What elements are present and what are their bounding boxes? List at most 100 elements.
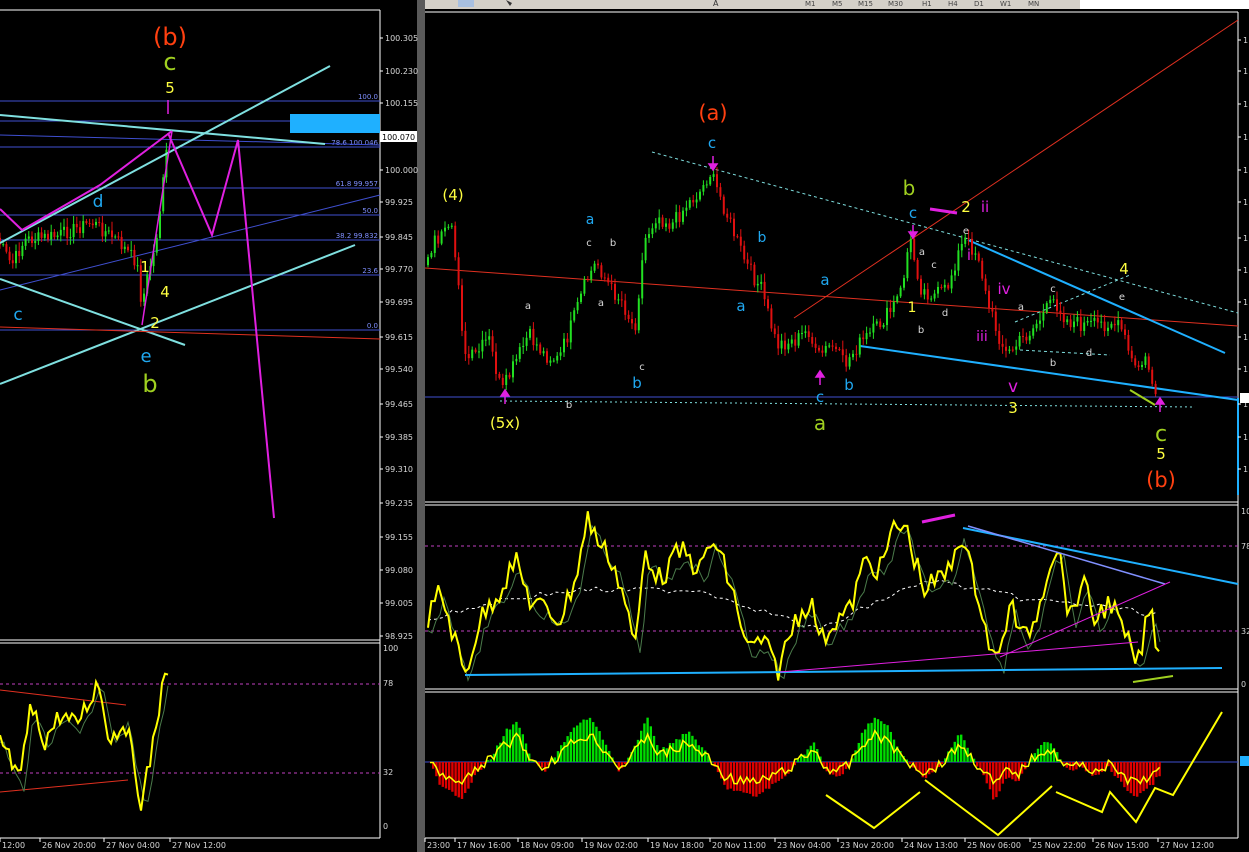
candle-body (974, 253, 977, 255)
histogram-bar (1148, 762, 1152, 786)
timeframe-m15-button[interactable]: M15 (858, 0, 873, 8)
candle-body (756, 283, 759, 286)
candle-body (1144, 356, 1147, 365)
candle-body (1151, 369, 1154, 384)
histogram-bar (691, 735, 694, 762)
right-current-price-marker (1240, 393, 1249, 403)
candle-body (111, 230, 113, 238)
candle-body (18, 251, 21, 257)
candle-body (654, 223, 657, 229)
candle-body (777, 334, 780, 349)
histogram-bar (832, 762, 835, 775)
candle-body (1049, 299, 1052, 304)
time-label: 20 Nov 11:00 (712, 841, 766, 850)
time-label: 26 Nov 15:00 (1095, 841, 1149, 850)
timeframe-m5-button[interactable]: M5 (832, 0, 843, 8)
timeframe-m30-button[interactable]: M30 (888, 0, 903, 8)
candle-body (634, 323, 637, 331)
candle-body (114, 236, 117, 238)
timeframe-w1-button[interactable]: W1 (1000, 0, 1011, 8)
candle-body (668, 223, 671, 229)
price-tick-label: 99.310 (385, 465, 413, 474)
candle-body (1120, 320, 1123, 330)
window-splitter[interactable] (417, 0, 425, 852)
candle-body (117, 236, 120, 238)
candle-body (512, 361, 514, 378)
candle-body (733, 218, 735, 237)
candle-body (1045, 303, 1048, 313)
candle-body (522, 345, 525, 348)
candle-body (1096, 317, 1099, 323)
histogram-bar (870, 722, 873, 762)
timeframe-d1-button[interactable]: D1 (974, 0, 984, 8)
candle-body (909, 238, 912, 253)
fib-level-label: 0.0 (367, 322, 378, 330)
candle-body (729, 217, 732, 219)
timeframe-h4-button[interactable]: H4 (948, 0, 958, 8)
candle-body (1035, 323, 1038, 329)
timeframe-mn-button[interactable]: MN (1028, 0, 1039, 8)
candle-body (841, 349, 844, 356)
timeframe-m1-button[interactable]: M1 (805, 0, 816, 8)
text-tool-button[interactable]: A (713, 0, 719, 8)
wave-label: i (967, 246, 971, 264)
price-tick-label: 98.925 (385, 632, 413, 641)
candle-body (498, 373, 501, 378)
candle-body (2, 244, 5, 246)
oscillator-tick-label: 78 (383, 679, 393, 688)
candle-body (440, 231, 443, 244)
candle-body (1052, 299, 1055, 301)
oscillator-tick-label: 32 (1241, 627, 1249, 636)
candle-body (556, 355, 559, 361)
candle-body (991, 308, 994, 312)
search-box[interactable] (1080, 0, 1249, 9)
histogram-bar (1116, 762, 1120, 778)
histogram-bar (873, 717, 876, 762)
candle-body (960, 243, 963, 251)
candle-body (1066, 319, 1069, 323)
chart-tool-icon[interactable] (458, 0, 474, 7)
candle-body (923, 289, 926, 295)
candle-body (695, 199, 698, 203)
candle-body (855, 353, 858, 355)
wave-label: e (963, 226, 969, 237)
wave-label: b (610, 238, 616, 249)
oscillator-tick-label: 32 (383, 768, 393, 777)
candle-body (1083, 322, 1086, 331)
candle-body (658, 217, 661, 224)
candle-body (743, 245, 746, 260)
wave-label: b (1050, 358, 1056, 369)
time-label: 25 Nov 06:00 (967, 841, 1021, 850)
candle-body (454, 225, 457, 258)
candle-body (56, 235, 59, 238)
candle-body (736, 236, 739, 238)
timeframe-h1-button[interactable]: H1 (922, 0, 932, 8)
histogram-bar (736, 762, 739, 791)
candle-body (529, 328, 531, 338)
candle-body (699, 191, 701, 200)
fib-level-label: 78.6 100.046 (331, 139, 378, 147)
candle-body (133, 249, 136, 266)
candle-body (903, 278, 905, 288)
candle-body (1103, 321, 1106, 332)
candle-body (95, 221, 97, 226)
candle-body (818, 347, 820, 351)
candle-body (787, 343, 790, 350)
price-tick-label: 1 (1243, 234, 1248, 243)
histogram-bar (976, 762, 979, 767)
candle-body (488, 336, 491, 340)
candle-body (821, 350, 824, 353)
candle-body (1059, 310, 1062, 314)
candle-body (794, 339, 797, 346)
histogram-bar (924, 762, 928, 779)
candle-body (433, 235, 436, 253)
candle-body (501, 377, 504, 385)
candle-body (627, 314, 630, 320)
price-tick-label: 99.540 (385, 365, 413, 374)
candle-body (797, 333, 800, 346)
histogram-bar (931, 762, 934, 773)
candle-body (1056, 299, 1058, 311)
candle-body (580, 293, 582, 302)
histogram-bar (755, 762, 758, 797)
wave-label: iii (976, 329, 988, 345)
